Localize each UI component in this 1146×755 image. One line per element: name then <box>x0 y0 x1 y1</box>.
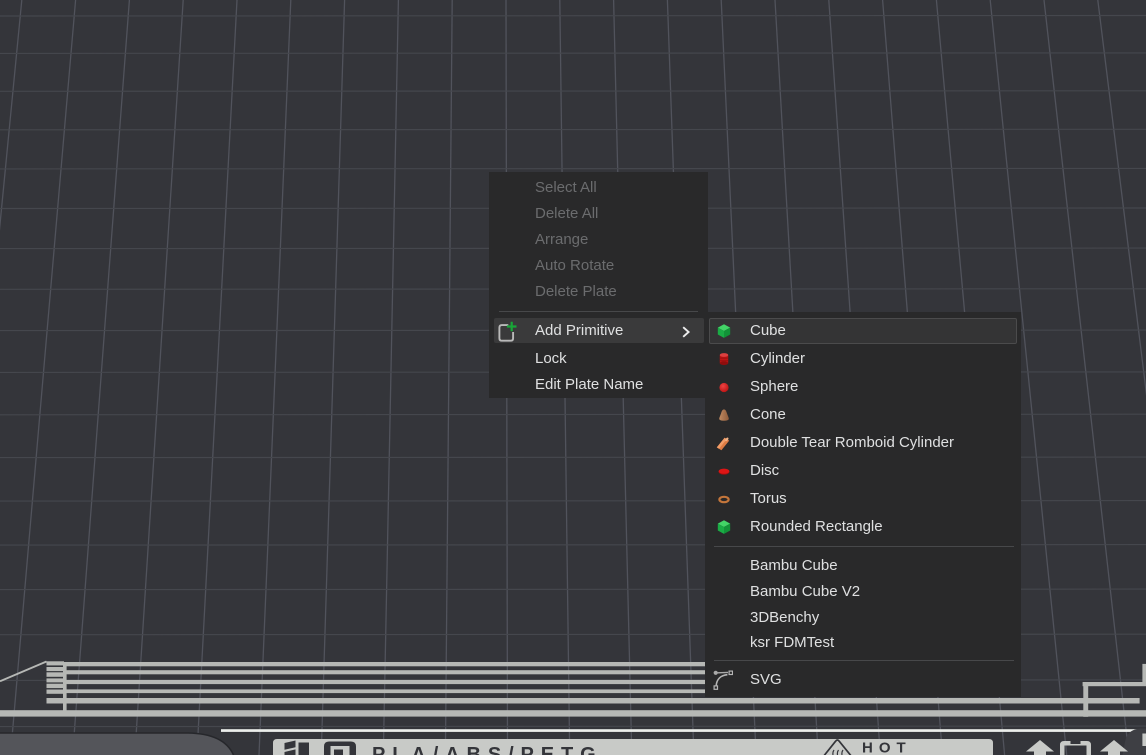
svg-text:HOT: HOT <box>862 740 912 755</box>
svg-text:PLA/ABS/PETG: PLA/ABS/PETG <box>372 744 603 755</box>
